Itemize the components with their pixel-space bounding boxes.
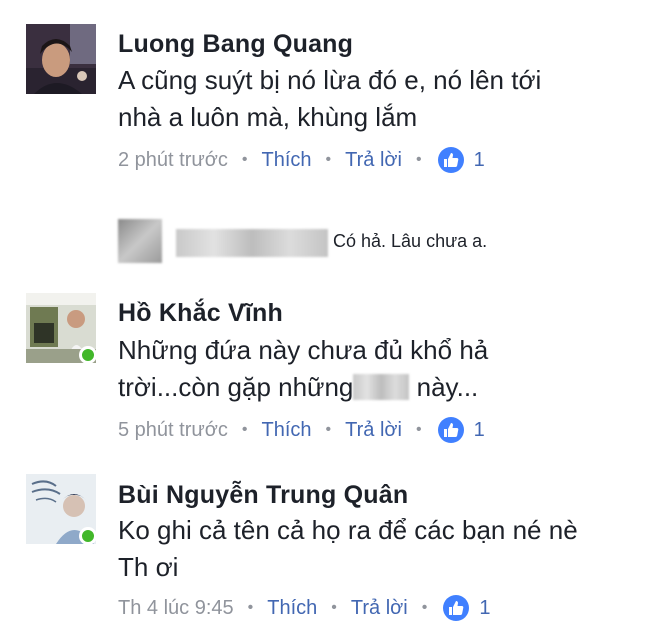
reply-link[interactable]: Trả lời [351, 597, 408, 620]
avatar-luong-bang-quang[interactable] [26, 24, 96, 94]
comment-text-line: Những đứa này chưa đủ khổ hả [118, 335, 489, 365]
comment-author[interactable]: Luong Bang Quang [118, 30, 353, 59]
thumbs-up-icon[interactable] [437, 147, 464, 173]
thumbs-up-icon[interactable] [437, 417, 464, 443]
like-link[interactable]: Thích [262, 419, 312, 442]
like-link[interactable]: Thích [267, 597, 317, 620]
comment-timestamp[interactable]: 5 phút trước [118, 419, 228, 442]
comment-timestamp[interactable]: Th 4 lúc 9:45 [118, 597, 234, 620]
comment-meta: 2 phút trước • Thích • Trả lời • 1 [118, 147, 485, 173]
comment-text-line: A cũng suýt bị nó lừa đó e, nó lên tới [118, 65, 542, 95]
reaction-count[interactable]: 1 [479, 597, 490, 620]
reply-avatar-blurred [118, 219, 162, 263]
separator-dot: • [247, 599, 254, 616]
comment-author[interactable]: Bùi Nguyễn Trung Quân [118, 481, 408, 510]
comment-meta: Th 4 lúc 9:45 • Thích • Trả lời • 1 [118, 595, 490, 621]
censored-word-blur [353, 374, 410, 400]
comment-text-line: nhà a luôn mà, khùng lắm [118, 102, 418, 132]
reply-link[interactable]: Trả lời [345, 419, 402, 442]
separator-dot: • [331, 599, 337, 616]
comment-text-line: Ko ghi cả tên cả họ ra để các bạn né nè [118, 515, 578, 545]
comment-text-line: trời...còn gặp những này... [118, 369, 638, 406]
online-status-dot [79, 527, 97, 545]
comment-text-segment: này... [416, 372, 479, 402]
reply-author-blurred [176, 229, 328, 257]
comment-text: A cũng suýt bị nó lừa đó e, nó lên tới n… [118, 62, 638, 136]
separator-dot: • [415, 421, 422, 438]
reaction-count[interactable]: 1 [474, 149, 485, 172]
online-status-dot [79, 346, 97, 364]
reply-link[interactable]: Trả lời [345, 149, 402, 172]
reaction-count[interactable]: 1 [474, 419, 485, 442]
reply-preview-text: Có hả. Lâu chưa a. [333, 231, 488, 251]
comment-text: Những đứa này chưa đủ khổ hả trời...còn … [118, 332, 638, 406]
separator-dot: • [241, 421, 248, 438]
separator-dot: • [325, 421, 332, 438]
thumbs-up-icon[interactable] [443, 595, 470, 621]
comment-meta: 5 phút trước • Thích • Trả lời • 1 [118, 417, 485, 443]
separator-dot: • [421, 599, 428, 616]
comment-text-line: Th ơi [118, 552, 179, 582]
comment-text: Ko ghi cả tên cả họ ra để các bạn né nè … [118, 512, 638, 586]
like-link[interactable]: Thích [262, 149, 312, 172]
comment-text-segment: trời...còn gặp những [118, 372, 354, 402]
avatar-image [26, 24, 96, 94]
separator-dot: • [325, 151, 332, 168]
comment-timestamp[interactable]: 2 phút trước [118, 149, 228, 172]
separator-dot: • [415, 151, 422, 168]
separator-dot: • [241, 151, 248, 168]
comment-author[interactable]: Hồ Khắc Vĩnh [118, 299, 283, 328]
